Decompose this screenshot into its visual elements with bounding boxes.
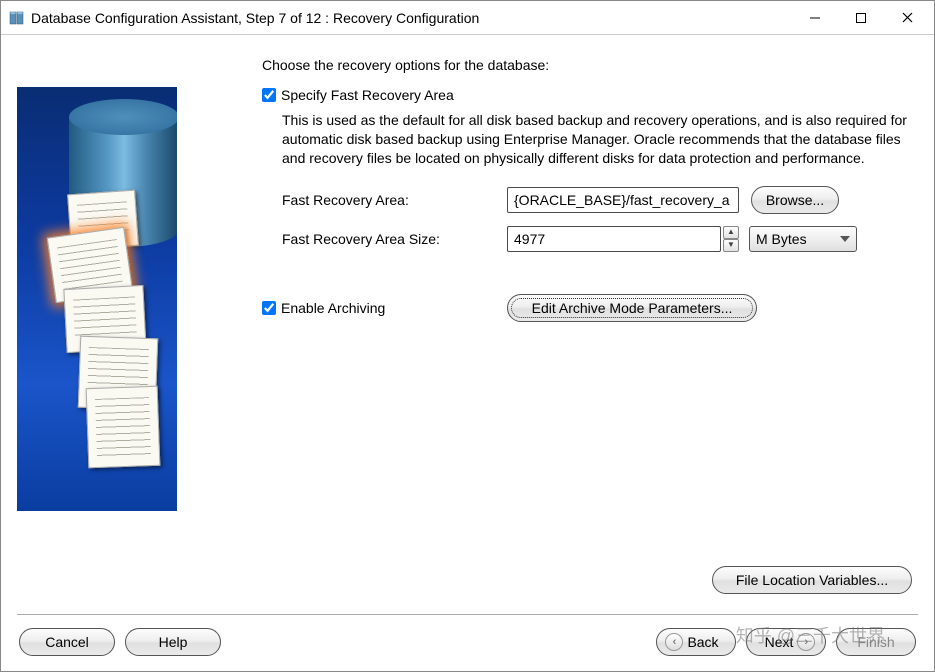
specify-fra-label: Specify Fast Recovery Area <box>281 87 454 103</box>
file-location-variables-button[interactable]: File Location Variables... <box>712 566 912 594</box>
fra-size-unit-select[interactable]: M Bytes <box>749 226 857 252</box>
next-button[interactable]: Next › <box>746 628 826 656</box>
back-button[interactable]: ‹ Back <box>656 628 736 656</box>
window: Database Configuration Assistant, Step 7… <box>0 0 935 672</box>
fra-description: This is used as the default for all disk… <box>282 111 914 168</box>
close-icon <box>902 12 913 23</box>
fra-path-label: Fast Recovery Area: <box>282 192 507 208</box>
wizard-illustration <box>17 87 177 511</box>
specify-fra-row[interactable]: Specify Fast Recovery Area <box>262 87 914 103</box>
next-label: Next <box>765 634 794 650</box>
minimize-icon <box>810 13 820 23</box>
fra-path-row: Fast Recovery Area: Browse... <box>282 186 914 214</box>
minimize-button[interactable] <box>792 3 838 33</box>
enable-archiving-control[interactable]: Enable Archiving <box>262 300 507 316</box>
maximize-button[interactable] <box>838 3 884 33</box>
chevron-down-icon <box>840 236 850 242</box>
fra-size-label: Fast Recovery Area Size: <box>282 231 507 247</box>
fra-size-input[interactable] <box>507 226 721 252</box>
fra-path-input[interactable] <box>507 187 739 213</box>
maximize-icon <box>856 13 866 23</box>
chevron-right-icon: › <box>797 633 815 651</box>
fra-size-unit-value: M Bytes <box>756 231 807 247</box>
app-icon <box>9 10 25 26</box>
page-heading: Choose the recovery options for the data… <box>262 57 914 73</box>
help-button[interactable]: Help <box>125 628 221 656</box>
content-area: Choose the recovery options for the data… <box>1 35 934 612</box>
wizard-sidebar <box>17 57 232 604</box>
edit-archive-parameters-button[interactable]: Edit Archive Mode Parameters... <box>507 294 757 322</box>
back-label: Back <box>687 634 718 650</box>
footer-separator <box>17 614 918 615</box>
close-button[interactable] <box>884 3 930 33</box>
main-panel: Choose the recovery options for the data… <box>232 57 918 604</box>
specify-fra-checkbox[interactable] <box>262 88 276 102</box>
cancel-button[interactable]: Cancel <box>19 628 115 656</box>
browse-button[interactable]: Browse... <box>751 186 839 214</box>
enable-archiving-row: Enable Archiving Edit Archive Mode Param… <box>262 294 914 322</box>
window-title: Database Configuration Assistant, Step 7… <box>31 10 792 26</box>
chevron-left-icon: ‹ <box>665 633 683 651</box>
window-controls <box>792 3 930 33</box>
fra-size-spin-down[interactable]: ▼ <box>723 239 739 252</box>
enable-archiving-label: Enable Archiving <box>281 300 385 316</box>
titlebar: Database Configuration Assistant, Step 7… <box>1 1 934 35</box>
fra-size-row: Fast Recovery Area Size: ▲ ▼ M Bytes <box>282 226 914 252</box>
fra-size-spin-up[interactable]: ▲ <box>723 226 739 239</box>
finish-button[interactable]: Finish <box>836 628 916 656</box>
enable-archiving-checkbox[interactable] <box>262 301 276 315</box>
wizard-footer: Cancel Help ‹ Back Next › Finish <box>1 625 934 671</box>
